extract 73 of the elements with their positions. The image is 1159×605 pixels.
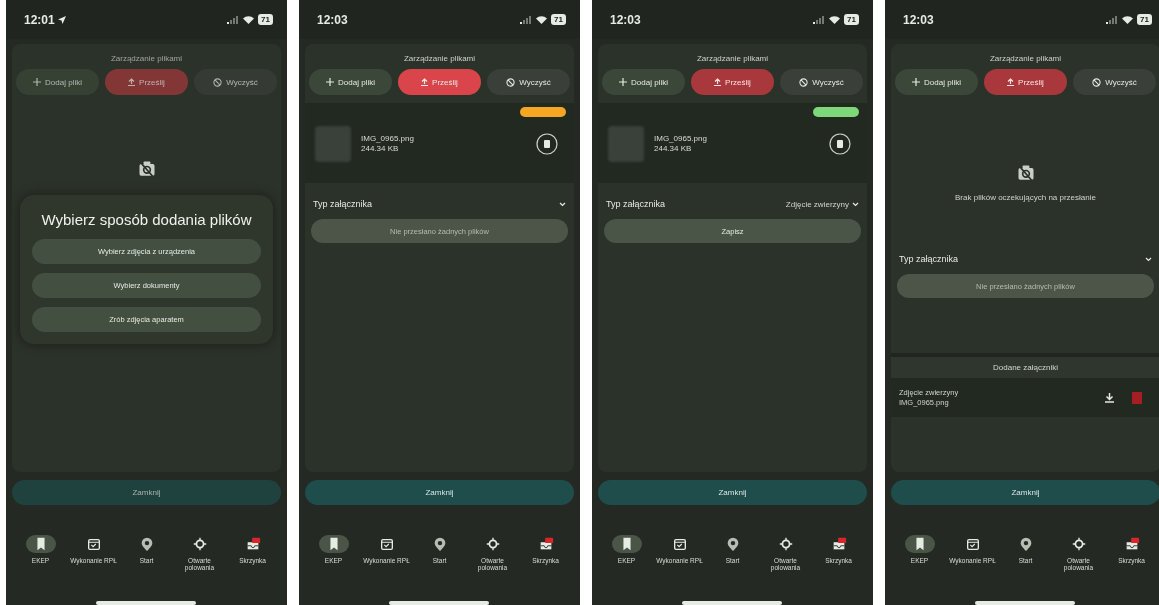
calendar-icon: [378, 536, 395, 552]
status-time: 12:01: [24, 12, 66, 27]
close-button[interactable]: Zamknij: [12, 480, 281, 505]
battery-level: 71: [844, 14, 859, 25]
wifi-icon: [243, 15, 255, 24]
plus-icon: [619, 78, 628, 86]
calendar-icon: [85, 536, 102, 552]
wifi-icon: [1122, 15, 1134, 24]
action-button[interactable]: Wyczyść: [780, 69, 863, 95]
attachment-type-select[interactable]: [559, 201, 566, 207]
crosshair-icon: [484, 536, 501, 552]
crosshair-icon: [777, 536, 794, 552]
location-arrow-icon: [57, 15, 66, 24]
sheet-title: Wybierz sposób dodania plików: [40, 211, 253, 228]
status-time: 12:03: [317, 12, 348, 27]
download-icon[interactable]: [1105, 392, 1114, 403]
plus-icon: [326, 78, 335, 86]
action-button[interactable]: Prześlij: [398, 69, 481, 95]
block-icon: [799, 77, 809, 87]
chevron-down-icon: [559, 201, 566, 207]
battery-level: 71: [551, 14, 566, 25]
calendar-icon: [964, 536, 981, 552]
empty-message: Brak plików oczekujących na przesłanie: [955, 193, 1096, 202]
battery-level: 71: [258, 14, 273, 25]
upload-icon: [421, 78, 429, 86]
action-button[interactable]: Dodaj pliki: [309, 69, 392, 95]
attachment-type-select[interactable]: Zdjęcie zwierzyny: [785, 199, 859, 209]
plus-icon: [33, 78, 42, 86]
panel-title: Zarządzanie plikami: [695, 53, 770, 65]
close-button[interactable]: Zamknij: [891, 480, 1159, 505]
signal-icon: [227, 15, 240, 24]
trash-icon[interactable]: [536, 133, 558, 155]
signal-icon: [813, 15, 826, 24]
action-button[interactable]: Dodaj pliki: [895, 69, 978, 95]
panel-title: Zarządzanie plikami: [988, 53, 1063, 65]
file-info: IMG_0965.png 244.34 KB: [654, 133, 708, 155]
chevron-down-icon: [852, 201, 859, 207]
trash-icon[interactable]: [829, 133, 851, 155]
attachment-type-label: Typ załącznika: [313, 199, 373, 209]
action-button[interactable]: Dodaj pliki: [16, 69, 99, 95]
action-button[interactable]: Dodaj pliki: [602, 69, 685, 95]
close-button[interactable]: Zamknij: [305, 480, 574, 505]
section-header: Dodane załączniki: [891, 352, 1159, 378]
upload-icon: [1007, 78, 1015, 86]
signal-icon: [1106, 15, 1119, 24]
upload-icon: [128, 78, 136, 86]
crosshair-icon: [1070, 536, 1087, 552]
action-button[interactable]: Wyczyść: [194, 69, 277, 95]
action-button[interactable]: Wyczyść: [1073, 69, 1156, 95]
attachment-type-select[interactable]: [1145, 256, 1152, 262]
close-button[interactable]: Zamknij: [598, 480, 867, 505]
wifi-icon: [829, 15, 841, 24]
plus-icon: [912, 78, 921, 86]
panel-title: Zarządzanie plikami: [402, 53, 477, 65]
wifi-icon: [536, 15, 548, 24]
panel-title: Zarządzanie plikami: [109, 53, 184, 65]
attachment-type-label: Typ załącznika: [899, 254, 959, 264]
crosshair-icon: [191, 536, 208, 552]
file-info: IMG_0965.png 244.34 KB: [361, 133, 415, 155]
action-button[interactable]: Wyczyść: [487, 69, 570, 95]
block-icon: [506, 77, 516, 87]
upload-icon: [714, 78, 722, 86]
chevron-down-icon: [1145, 256, 1152, 262]
block-icon: [1092, 77, 1102, 87]
photo-placeholder: [608, 126, 644, 162]
status-time: 12:03: [903, 12, 934, 27]
calendar-icon: [671, 536, 688, 552]
photo-placeholder: [315, 126, 351, 162]
battery-level: 71: [1137, 14, 1152, 25]
attachment-type-label: Typ załącznika: [606, 199, 666, 209]
block-icon: [213, 77, 223, 87]
signal-icon: [520, 15, 533, 24]
status-time: 12:03: [610, 12, 641, 27]
